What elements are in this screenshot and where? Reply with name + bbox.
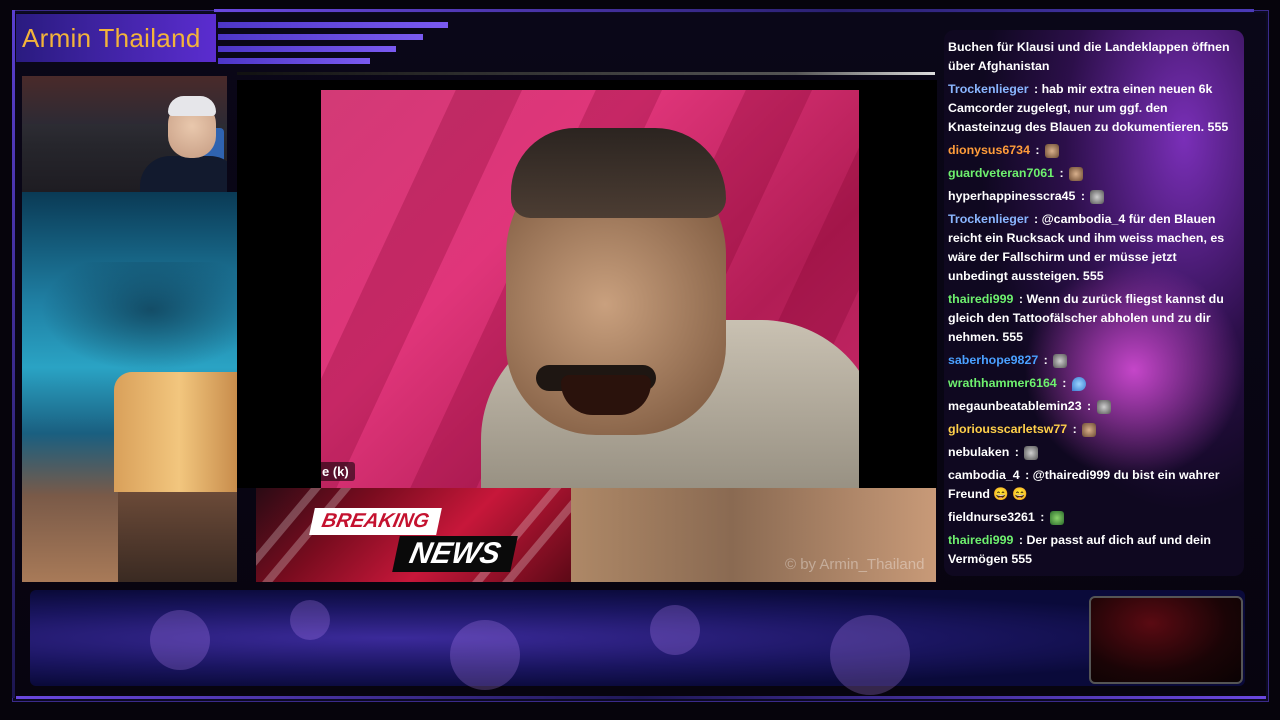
channel-title: Armin Thailand [22, 22, 201, 53]
chat-message: Buchen für Klausi und die Landeklappen ö… [948, 38, 1238, 76]
emote-icon [1090, 189, 1105, 204]
news-label: NEWS [392, 536, 518, 572]
emote-icon [1044, 143, 1059, 158]
chat-message: thairedi999 : Der passt auf dich auf und… [948, 533, 1211, 566]
chat-username[interactable]: nebulaken [948, 445, 1009, 459]
chat-message: guardveteran7061 : [948, 164, 1238, 183]
webcam-feed [22, 76, 227, 192]
frame-accent-left [12, 10, 15, 698]
chat-username[interactable]: saberhope9827 [948, 353, 1038, 367]
chat-username[interactable]: gloriousscarletsw77 [948, 422, 1067, 436]
chat-username[interactable]: guardveteran7061 [948, 166, 1054, 180]
emote-icon [1082, 422, 1097, 437]
frame-accent-top [214, 9, 1254, 12]
chat-message: dionysus6734 : [948, 141, 1238, 160]
video-caption: e (k) [316, 462, 355, 481]
emote-icon [1069, 166, 1084, 181]
chat-message: wrathhammer6164 : [948, 374, 1238, 393]
chat-username[interactable]: dionysus6734 [948, 143, 1030, 157]
watermark: © by Armin_Thailand [785, 556, 925, 573]
chat-username[interactable]: thairedi999 [948, 292, 1013, 306]
emote-icon [1049, 510, 1064, 525]
chat-username[interactable]: wrathhammer6164 [948, 376, 1057, 390]
title-decor-bars [218, 22, 448, 70]
chat-username[interactable]: megaunbeatablemin23 [948, 399, 1082, 413]
breaking-label: BREAKING [309, 508, 442, 535]
chat-message: Trockenlieger : hab mir extra einen neue… [948, 82, 1229, 134]
channel-title-box: Armin Thailand [16, 14, 216, 62]
chat-message: fieldnurse3261 : [948, 508, 1238, 527]
mini-monitor-preview [1089, 596, 1243, 684]
chat-text: Buchen für Klausi und die Landeklappen ö… [948, 40, 1230, 73]
frame-accent-bottom [16, 696, 1266, 699]
chat-message: Trockenlieger : @cambodia_4 für den Blau… [948, 212, 1225, 283]
chat-username[interactable]: Trockenlieger [948, 212, 1029, 226]
chat-message: thairedi999 : Wenn du zurück fliegst kan… [948, 292, 1224, 344]
chat-message: hyperhappinesscra45 : [948, 187, 1238, 206]
chat-message: megaunbeatablemin23 : [948, 397, 1238, 416]
chat-message: nebulaken : [948, 443, 1238, 462]
chat-message: saberhope9827 : [948, 351, 1238, 370]
video-top-strip [237, 72, 935, 75]
news-studio-background [22, 192, 237, 582]
chat-username[interactable]: cambodia_4 [948, 468, 1020, 482]
emote-icon [1053, 353, 1068, 368]
chat-message-list: Buchen für Klausi und die Landeklappen ö… [948, 38, 1238, 573]
chat-message: gloriousscarletsw77 : [948, 420, 1238, 439]
emote-icon [1024, 445, 1039, 460]
video-frame [321, 90, 859, 488]
chat-username[interactable]: fieldnurse3261 [948, 510, 1035, 524]
emote-icon [1071, 376, 1086, 391]
breaking-news-banner: BREAKING NEWS [256, 488, 571, 582]
chat-panel[interactable]: Buchen für Klausi und die Landeklappen ö… [944, 30, 1244, 576]
chat-message: cambodia_4 : @thairedi999 du bist ein wa… [948, 468, 1220, 501]
emote-icon [1096, 399, 1111, 414]
chat-username[interactable]: hyperhappinesscra45 [948, 189, 1075, 203]
chat-username[interactable]: Trockenlieger [948, 82, 1029, 96]
chat-username[interactable]: thairedi999 [948, 533, 1013, 547]
bottom-banner [30, 590, 1245, 695]
